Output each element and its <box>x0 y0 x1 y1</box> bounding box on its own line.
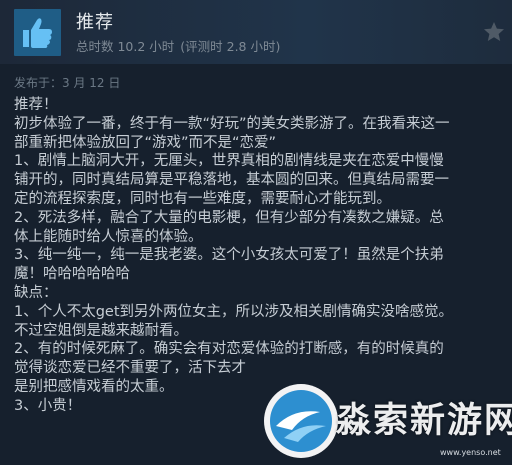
review-line: 魔！哈哈哈哈哈哈 <box>14 266 130 283</box>
watermark-url: www.yenso.net <box>440 448 501 457</box>
watermark-logo <box>264 384 338 458</box>
review-line: 3、纯一纯一，纯一是我老婆。这个小女孩太可爱了！虽然是个扶弟 <box>14 247 444 264</box>
review-line: 推荐！ <box>14 97 58 113</box>
hours-total: 总时数 10.2 小时 <box>76 39 175 54</box>
review-body: 推荐！ 初步体验了一番，终于有一款“好玩”的美女类影游了。在我看来这一 部重新把… <box>14 96 504 416</box>
recommendation-title: 推荐 <box>76 12 114 33</box>
review-line: 觉得谈恋爱已经不重要了，活下去才 <box>14 360 246 377</box>
hours-at-review: (评测时 2.8 小时) <box>180 39 281 54</box>
review-line: 1、个人不太get到另外两位女主，所以涉及相关剧情确实没啥感觉。 <box>14 303 454 320</box>
review-line: 体上能随时给人惊喜的体验。 <box>14 228 203 245</box>
review-line: 定的流程探索度，同时也有一些难度，需要耐心才能玩到。 <box>14 190 391 207</box>
thumbs-up-badge <box>14 9 61 56</box>
watermark-text: 淼索新游网 <box>336 401 512 441</box>
review-line: 2、死法多样，融合了大量的电影梗，但有少部分有凑数之嫌疑。总 <box>14 209 444 226</box>
review-line: 不过空姐倒是越来越耐看。 <box>14 322 188 339</box>
review-line: 缺点： <box>14 284 58 301</box>
review-line: 1、剧情上脑洞大开，无厘头，世界真相的剧情线是夹在恋爱中慢慢 <box>14 153 444 170</box>
thumbs-up-icon <box>23 18 52 48</box>
review-line: 初步体验了一番，终于有一款“好玩”的美女类影游了。在我看来这一 <box>14 115 450 132</box>
review-line: 铺开的，同时真结局算是平稳落地，基本圆的回来。但真结局需要一 <box>14 172 449 189</box>
award-star-icon[interactable] <box>482 20 506 44</box>
review-line: 部重新把体验放回了“游戏”而不是“恋爱” <box>14 134 277 151</box>
review-line: 2、有的时候死麻了。确实会有对恋爱体验的打断感，有的时候真的 <box>14 341 444 358</box>
site-watermark: 淼索新游网 www.yenso.net <box>262 378 512 465</box>
playtime-info: 总时数 10.2 小时 (评测时 2.8 小时) <box>76 36 286 55</box>
posted-date: 发布于：3 月 12 日 <box>14 76 121 90</box>
review-header: 推荐 总时数 10.2 小时 (评测时 2.8 小时) <box>0 0 512 64</box>
